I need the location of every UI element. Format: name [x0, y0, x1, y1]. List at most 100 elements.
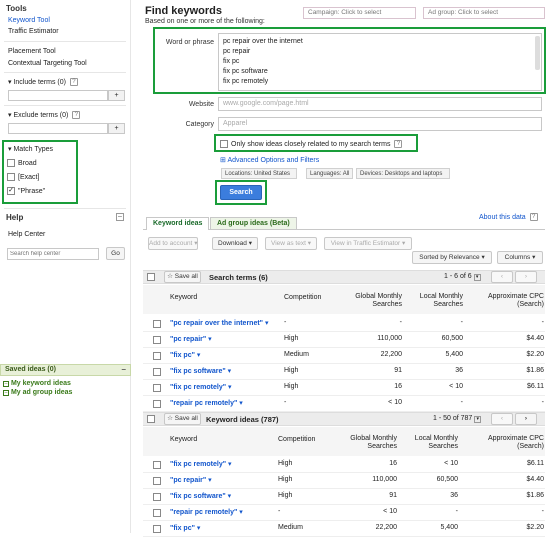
help-center-link[interactable]: Help Center — [8, 231, 45, 238]
prev-page-button[interactable]: ‹ — [491, 413, 513, 425]
sidebar-item-contextual-tool[interactable]: Contextual Targeting Tool — [8, 60, 87, 67]
chevron-down-icon[interactable]: ▾ — [195, 352, 201, 359]
keyword-cell[interactable]: "fix pc" ▾ — [170, 351, 200, 359]
my-ad-group-ideas[interactable]: – My ad group ideas — [3, 389, 72, 396]
keyword-cell[interactable]: "fix pc software" ▾ — [170, 367, 231, 375]
chevron-down-icon[interactable]: ▾ — [226, 461, 232, 468]
row-checkbox[interactable] — [153, 461, 161, 469]
languages-filter[interactable]: Languages: All — [306, 168, 353, 179]
search-terms-title: Search terms (6) — [209, 273, 268, 282]
col-keyword-header[interactable]: Keyword — [170, 294, 197, 301]
category-input[interactable]: Apparel — [218, 117, 542, 131]
view-as-text-button[interactable]: View as text ▾ — [265, 237, 317, 250]
match-types-highlight — [2, 140, 78, 204]
keyword-cell[interactable]: "fix pc remotely" ▾ — [170, 460, 232, 468]
help-search-input[interactable] — [7, 248, 99, 260]
chevron-down-icon[interactable]: ▾ — [226, 493, 232, 500]
keyword-cell[interactable]: "pc repair" ▾ — [170, 476, 212, 484]
keyword-cell[interactable]: "fix pc software" ▾ — [170, 492, 231, 500]
row-checkbox[interactable] — [153, 525, 161, 533]
checkbox[interactable] — [147, 273, 155, 281]
search-terms-save-all-button[interactable]: ☆ Save all — [164, 271, 201, 283]
devices-filter[interactable]: Devices: Desktops and laptops — [356, 168, 450, 179]
my-keyword-ideas[interactable]: – My keyword ideas — [3, 380, 71, 387]
row-checkbox[interactable] — [153, 400, 161, 408]
include-terms-add-button[interactable]: + — [108, 90, 125, 101]
sidebar-item-placement-tool[interactable]: Placement Tool — [8, 48, 56, 55]
download-button[interactable]: Download ▾ — [212, 237, 258, 250]
columns-dropdown[interactable]: Columns ▾ — [497, 251, 543, 264]
prev-page-button[interactable]: ‹ — [491, 271, 513, 283]
include-terms-toggle[interactable]: ▾ Include terms (0) ? — [8, 78, 78, 87]
col-local-searches-header[interactable]: Local Monthly Searches — [405, 435, 458, 451]
col-competition-header[interactable]: Competition — [278, 436, 315, 443]
col-global-searches-header[interactable]: Global Monthly Searches — [340, 435, 397, 451]
keyword-ideas-save-all-button[interactable]: ☆ Save all — [164, 413, 201, 425]
keyword-cell[interactable]: "fix pc remotely" ▾ — [170, 383, 232, 391]
next-page-button[interactable]: › — [515, 271, 537, 283]
saved-ideas-header[interactable]: Saved ideas (0) – — [0, 364, 131, 376]
col-competition-header[interactable]: Competition — [284, 294, 321, 301]
exclude-terms-toggle[interactable]: ▾ Exclude terms (0) ? — [8, 111, 81, 120]
sidebar-item-traffic-estimator[interactable]: Traffic Estimator — [8, 28, 59, 35]
chevron-down-icon[interactable]: ▾ — [474, 416, 482, 423]
keyword-cell[interactable]: "repair pc remotely" ▾ — [170, 399, 243, 407]
row-checkbox[interactable] — [153, 509, 161, 517]
include-terms-input[interactable] — [8, 90, 108, 101]
campaign-selector[interactable]: Campaign: Click to select — [303, 7, 416, 19]
view-in-traffic-estimator-button[interactable]: View in Traffic Estimator ▾ — [324, 237, 412, 250]
keyword-cell[interactable]: "pc repair over the internet" ▾ — [170, 319, 268, 327]
sidebar-item-keyword-tool[interactable]: Keyword Tool — [8, 17, 50, 24]
ad-group-selector[interactable]: Ad group: Click to select — [423, 7, 545, 19]
table-row: "fix pc software" ▾ High 91 36 $1.86 — [143, 489, 545, 505]
exclude-terms-input[interactable] — [8, 123, 108, 134]
tab-ad-group-ideas[interactable]: Ad group ideas (Beta) — [210, 217, 297, 229]
keyword-cell[interactable]: "pc repair" ▾ — [170, 335, 212, 343]
keyword-cell[interactable]: "fix pc" ▾ — [170, 524, 200, 532]
row-checkbox[interactable] — [153, 493, 161, 501]
help-icon[interactable]: ? — [72, 111, 81, 120]
row-checkbox[interactable] — [153, 320, 161, 328]
sort-dropdown[interactable]: Sorted by Relevance ▾ — [412, 251, 492, 264]
col-global-searches-header[interactable]: Global Monthly Searches — [345, 293, 402, 309]
next-page-button[interactable]: › — [515, 413, 537, 425]
chevron-down-icon[interactable]: ▾ — [263, 320, 269, 327]
row-checkbox[interactable] — [153, 477, 161, 485]
keyword-cell[interactable]: "repair pc remotely" ▾ — [170, 508, 243, 516]
competition-cell: - — [284, 319, 287, 326]
table-row: "fix pc remotely" ▾ High 16 < 10 $6.11 — [143, 380, 545, 396]
tab-keyword-ideas[interactable]: Keyword ideas — [146, 217, 210, 230]
col-keyword-header[interactable]: Keyword — [170, 436, 197, 443]
advanced-options-toggle[interactable]: ⊞ Advanced Options and Filters — [220, 156, 319, 164]
col-cpc-header[interactable]: Approximate CPC (Search) — [465, 435, 544, 451]
go-button[interactable]: Go — [106, 247, 125, 260]
local-searches-cell: < 10 — [449, 383, 463, 390]
locations-filter[interactable]: Locations: United States — [221, 168, 297, 179]
include-terms-label: Include terms (0) — [13, 79, 66, 86]
about-data-link[interactable]: About this data ? — [479, 213, 538, 221]
chevron-down-icon[interactable]: ▾ — [473, 274, 481, 281]
chevron-down-icon[interactable]: ▾ — [195, 525, 201, 532]
chevron-down-icon[interactable]: ▾ — [237, 400, 243, 407]
exclude-terms-add-button[interactable]: + — [108, 123, 125, 134]
help-icon[interactable]: ? — [69, 78, 78, 87]
chevron-down-icon[interactable]: ▾ — [206, 336, 212, 343]
add-to-account-button[interactable]: Add to account ▾ — [148, 237, 198, 250]
chevron-down-icon[interactable]: ▾ — [237, 509, 243, 516]
chevron-down-icon[interactable]: ▾ — [226, 384, 232, 391]
collapse-icon[interactable]: – — [116, 213, 124, 221]
row-checkbox[interactable] — [153, 368, 161, 376]
chevron-down-icon[interactable]: ▾ — [226, 368, 232, 375]
row-checkbox[interactable] — [153, 384, 161, 392]
competition-cell: High — [284, 367, 299, 374]
col-local-searches-header[interactable]: Local Monthly Searches — [410, 293, 463, 309]
search-terms-checkbox[interactable] — [147, 273, 158, 281]
collapse-icon[interactable]: – — [122, 365, 126, 374]
checkbox[interactable] — [147, 415, 155, 423]
keyword-ideas-checkbox[interactable] — [147, 415, 158, 423]
col-cpc-header[interactable]: Approximate CPC (Search) — [470, 293, 544, 309]
website-input[interactable]: www.google.com/page.html — [218, 97, 542, 111]
chevron-down-icon[interactable]: ▾ — [206, 477, 212, 484]
row-checkbox[interactable] — [153, 336, 161, 344]
row-checkbox[interactable] — [153, 352, 161, 360]
